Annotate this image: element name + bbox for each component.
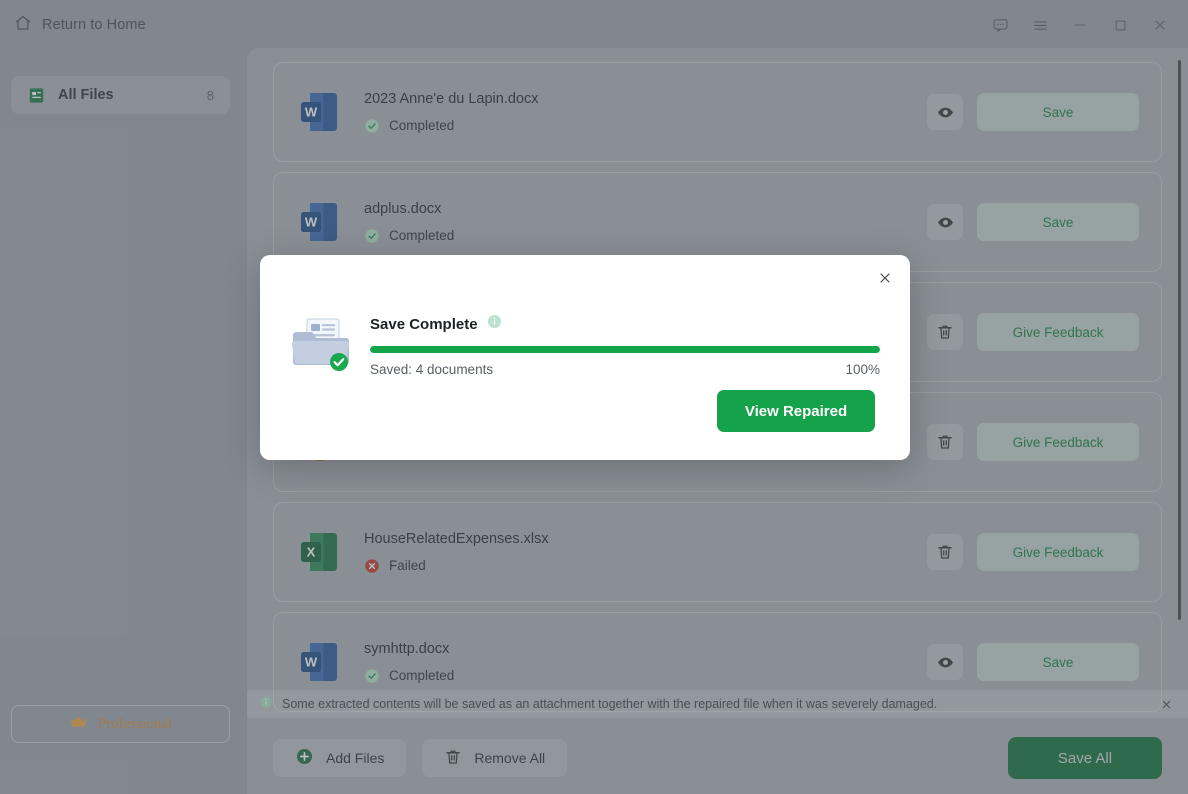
sidebar-item-all-files-count: 8 <box>207 88 214 103</box>
title-bar: Return to Home <box>0 0 1188 50</box>
professional-label: Professional <box>98 716 172 733</box>
home-icon <box>14 14 32 37</box>
check-circle-icon <box>364 118 380 134</box>
remove-all-button[interactable]: Remove All <box>422 739 567 777</box>
trash-icon[interactable] <box>927 424 963 460</box>
dialog-title: Save Complete <box>370 316 478 333</box>
file-type-icon: W <box>294 636 346 688</box>
file-type-icon: W <box>294 196 346 248</box>
files-icon <box>27 86 46 105</box>
close-icon[interactable] <box>1140 8 1180 42</box>
bottom-toolbar: Add Files Remove All Save All <box>247 722 1188 794</box>
eye-icon[interactable] <box>927 94 963 130</box>
file-row-actions: Give Feedback <box>927 533 1139 571</box>
info-banner-text: Some extracted contents will be saved as… <box>282 697 1147 711</box>
row-give-feedback-button[interactable]: Give Feedback <box>977 533 1139 571</box>
return-to-home-button[interactable]: Return to Home <box>0 8 156 43</box>
row-save-button[interactable]: Save <box>977 203 1139 241</box>
file-name: symhttp.docx <box>364 641 927 657</box>
file-meta: 2023 Anne'e du Lapin.docx Completed <box>364 91 927 134</box>
row-save-button[interactable]: Save <box>977 93 1139 131</box>
dialog-body: Save Complete Saved: 4 documents 100% <box>290 311 880 377</box>
file-status: Completed <box>364 668 927 684</box>
add-files-label: Add Files <box>326 750 384 766</box>
file-name: HouseRelatedExpenses.xlsx <box>364 531 927 547</box>
trash-icon <box>444 748 462 769</box>
info-icon[interactable] <box>487 314 502 334</box>
progress-caption: Saved: 4 documents <box>370 362 493 377</box>
info-banner-close-icon[interactable] <box>1156 694 1176 714</box>
svg-text:W: W <box>305 655 318 670</box>
file-meta: HouseRelatedExpenses.xlsx Failed <box>364 531 927 574</box>
return-to-home-label: Return to Home <box>42 17 146 33</box>
add-files-button[interactable]: Add Files <box>273 739 406 777</box>
professional-upgrade-button[interactable]: Professional <box>11 705 230 743</box>
sidebar-item-all-files-label: All Files <box>58 87 195 103</box>
info-banner: Some extracted contents will be saved as… <box>247 690 1188 718</box>
file-status-label: Failed <box>389 558 426 573</box>
svg-text:X: X <box>307 545 316 560</box>
file-row-actions: Give Feedback <box>927 423 1139 461</box>
row-give-feedback-button[interactable]: Give Feedback <box>977 423 1139 461</box>
eye-icon[interactable] <box>927 644 963 680</box>
check-circle-icon <box>364 668 380 684</box>
file-meta: adplus.docx Completed <box>364 201 927 244</box>
dialog-title-row: Save Complete <box>370 314 880 334</box>
check-circle-icon <box>364 228 380 244</box>
svg-text:W: W <box>305 215 318 230</box>
error-circle-icon <box>364 558 380 574</box>
dialog-close-icon[interactable] <box>870 263 900 293</box>
file-status-label: Completed <box>389 118 454 133</box>
file-status: Completed <box>364 228 927 244</box>
save-complete-dialog: Save Complete Saved: 4 documents 100% <box>260 255 910 460</box>
progress-labels: Saved: 4 documents 100% <box>370 362 880 377</box>
window-controls <box>980 8 1188 42</box>
sidebar: All Files 8 Professional <box>0 50 241 794</box>
progress-percent: 100% <box>845 362 880 377</box>
progress-bar-track <box>370 346 880 353</box>
file-status-label: Completed <box>389 668 454 683</box>
dialog-main: Save Complete Saved: 4 documents 100% <box>370 311 880 377</box>
view-repaired-button[interactable]: View Repaired <box>717 390 875 432</box>
svg-text:W: W <box>305 105 318 120</box>
eye-icon[interactable] <box>927 204 963 240</box>
trash-icon[interactable] <box>927 534 963 570</box>
file-row-actions: Save <box>927 203 1139 241</box>
menu-icon[interactable] <box>1020 8 1060 42</box>
info-icon <box>259 695 273 714</box>
row-give-feedback-button[interactable]: Give Feedback <box>977 313 1139 351</box>
file-name: 2023 Anne'e du Lapin.docx <box>364 91 927 107</box>
file-row-actions: Save <box>927 643 1139 681</box>
file-status: Completed <box>364 118 927 134</box>
folder-check-icon <box>290 315 352 373</box>
vertical-scrollbar[interactable] <box>1178 60 1181 620</box>
feedback-icon[interactable] <box>980 8 1020 42</box>
maximize-icon[interactable] <box>1100 8 1140 42</box>
file-row-actions: Give Feedback <box>927 313 1139 351</box>
app-window: Return to Home <box>0 0 1188 794</box>
file-row-actions: Save <box>927 93 1139 131</box>
save-all-button[interactable]: Save All <box>1008 737 1162 779</box>
minimize-icon[interactable] <box>1060 8 1100 42</box>
file-name: adplus.docx <box>364 201 927 217</box>
trash-icon[interactable] <box>927 314 963 350</box>
file-status-label: Completed <box>389 228 454 243</box>
plus-circle-icon <box>295 747 314 769</box>
file-meta: symhttp.docx Completed <box>364 641 927 684</box>
progress-bar-fill <box>370 346 880 353</box>
file-row[interactable]: X HouseRelatedExpenses.xlsx Failed Give Fee… <box>273 502 1162 602</box>
crown-icon <box>69 714 88 734</box>
file-status: Failed <box>364 558 927 574</box>
file-type-icon: X <box>294 526 346 578</box>
row-save-button[interactable]: Save <box>977 643 1139 681</box>
remove-all-label: Remove All <box>474 750 545 766</box>
file-row[interactable]: W 2023 Anne'e du Lapin.docx Completed Save <box>273 62 1162 162</box>
sidebar-item-all-files[interactable]: All Files 8 <box>11 76 230 114</box>
file-type-icon: W <box>294 86 346 138</box>
